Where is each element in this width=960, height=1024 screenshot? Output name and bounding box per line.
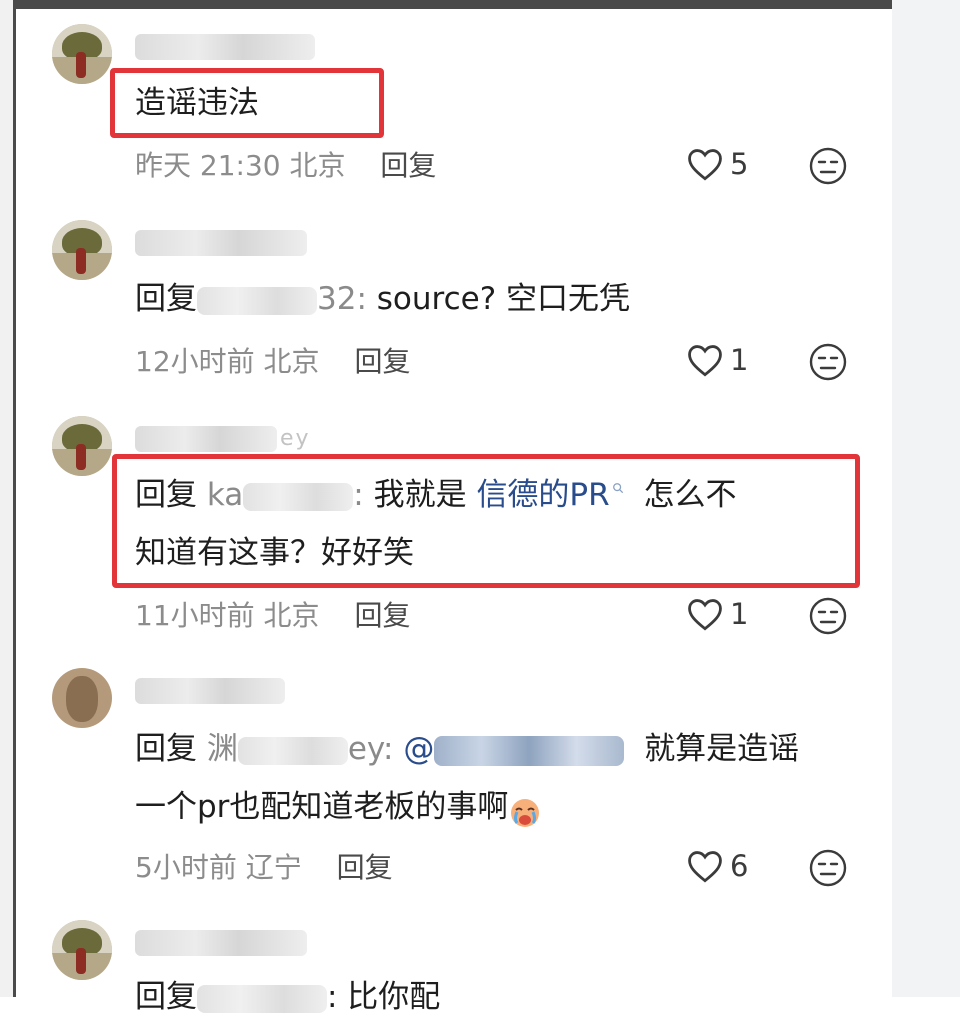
reply-to-username-redacted[interactable] [197, 286, 317, 315]
reply-button[interactable]: 回复 [354, 599, 410, 632]
avatar[interactable] [52, 416, 112, 476]
comment-text: 回复 : 比你配 [135, 970, 440, 1024]
comment-text: 回复 ka: 我就是 信德的PR 怎么不 [135, 468, 737, 522]
heart-outline-icon [688, 149, 722, 181]
reply-to-username-redacted[interactable] [197, 984, 327, 1013]
comment-location: 辽宁 [245, 851, 302, 884]
like-count: 1 [730, 597, 749, 631]
like-button[interactable]: 5 [686, 144, 748, 184]
neutral-face-icon[interactable] [808, 342, 848, 382]
like-button[interactable]: 1 [686, 594, 748, 634]
heart-outline-icon [688, 851, 722, 883]
comment-body: source? 空口无凭 [376, 281, 631, 317]
reply-to-suffix: : [353, 477, 364, 513]
comment-location: 北京 [289, 149, 346, 182]
screenshot-frame-top [0, 0, 960, 9]
search-link[interactable]: 信德的PR [476, 477, 609, 513]
reply-button[interactable]: 回复 [337, 851, 393, 884]
search-icon [610, 468, 626, 498]
like-count: 6 [730, 849, 749, 883]
comment-time: 5小时前 [135, 851, 237, 884]
comment-text-line-2: 一个pr也配知道老板的事啊 [135, 780, 542, 834]
reply-to-suffix: 32: [317, 281, 367, 317]
neutral-face-icon[interactable] [808, 596, 848, 636]
reply-prefix: 回复 [135, 281, 197, 317]
comment-body-line-2: 一个pr也配知道老板的事啊 [135, 789, 509, 825]
neutral-face-icon[interactable] [808, 848, 848, 888]
like-button[interactable]: 6 [686, 846, 748, 886]
reply-to-username-redacted[interactable] [237, 736, 348, 765]
comment-meta: 昨天 21:30 北京 回复 [135, 144, 436, 184]
comment-body-suffix: 就算是造谣 [644, 731, 800, 767]
avatar[interactable] [52, 920, 112, 980]
comment-body-suffix: 怎么不 [643, 477, 737, 513]
comment-meta: 11小时前 北京 回复 [135, 594, 410, 634]
like-count: 5 [730, 147, 749, 181]
comment-body-prefix: 我就是 [373, 477, 467, 513]
neutral-face-icon[interactable] [808, 146, 848, 186]
comment-body: : 比你配 [327, 979, 441, 1015]
reply-prefix: 回复 [135, 979, 197, 1015]
comment-time: 11小时前 [135, 599, 255, 632]
comment-location: 北京 [263, 599, 320, 632]
reply-to-prefix: ka [206, 477, 244, 513]
like-button[interactable]: 1 [686, 340, 748, 380]
reply-prefix: 回复 [135, 477, 197, 513]
username-redacted[interactable] [135, 426, 277, 452]
heart-outline-icon [688, 345, 722, 377]
reply-to-prefix: 渊 [206, 731, 238, 767]
mention-username-redacted[interactable] [434, 735, 625, 766]
comment-time: 昨天 21:30 [135, 149, 281, 182]
comment-text: 回复 渊 ey: @ 就算是造谣 [135, 722, 799, 776]
screenshot-frame-right [892, 0, 960, 997]
username-redacted[interactable] [135, 678, 285, 704]
username-redacted[interactable] [135, 34, 315, 60]
reply-button[interactable]: 回复 [380, 149, 436, 182]
avatar[interactable] [52, 220, 112, 280]
comment-meta: 12小时前 北京 回复 [135, 340, 410, 380]
reply-to-username-redacted[interactable] [243, 482, 354, 511]
username-partial: ey [280, 426, 311, 451]
reply-to-suffix: ey: [347, 731, 394, 767]
reply-prefix: 回复 [135, 731, 197, 767]
avatar[interactable] [52, 24, 112, 84]
comment-text: 造谣违法 [135, 85, 259, 121]
comment-meta: 5小时前 辽宁 回复 [135, 846, 393, 886]
avatar[interactable] [52, 668, 112, 728]
reply-button[interactable]: 回复 [354, 345, 410, 378]
comment-time: 12小时前 [135, 345, 255, 378]
mention-at[interactable]: @ [403, 731, 434, 767]
username-redacted[interactable] [135, 230, 307, 256]
crying-face-emoji [508, 792, 542, 827]
comment-text: 回复 32: source? 空口无凭 [135, 272, 630, 326]
comment-location: 北京 [263, 345, 320, 378]
screenshot-frame-left [0, 0, 16, 997]
heart-outline-icon [688, 599, 722, 631]
like-count: 1 [730, 343, 749, 377]
username-redacted[interactable] [135, 930, 307, 956]
comment-text-line-2: 知道有这事？好好笑 [135, 535, 414, 571]
